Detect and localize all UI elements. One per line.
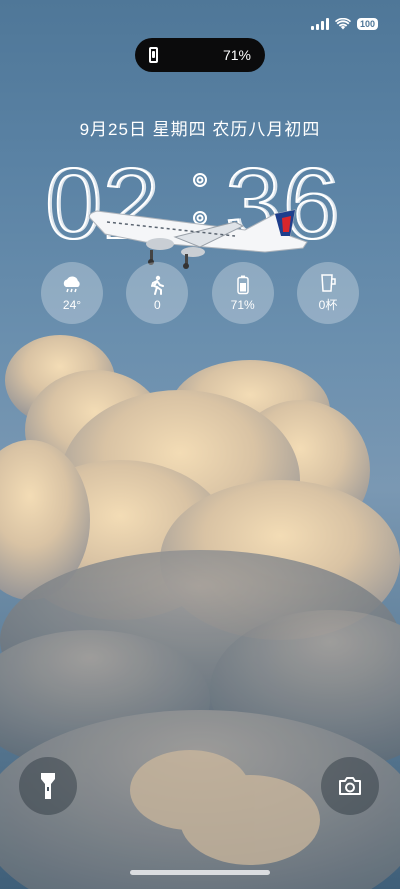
battery-status-badge: 100 — [356, 18, 378, 30]
camera-icon — [339, 777, 361, 795]
cellular-signal-icon — [310, 18, 329, 30]
battery-widget[interactable]: 71% — [211, 262, 274, 324]
flashlight-icon — [41, 773, 55, 799]
wifi-icon — [334, 18, 351, 30]
steps-count: 0 — [153, 297, 161, 312]
phone-battery-icon — [149, 47, 158, 63]
widget-row: 24° 0 71% 0杯 — [41, 262, 359, 324]
battery-level: 71% — [230, 297, 255, 312]
walking-icon — [151, 275, 165, 295]
flashlight-button[interactable] — [19, 757, 77, 815]
steps-widget[interactable]: 0 — [126, 262, 189, 324]
water-intake-count: 0杯 — [318, 298, 338, 312]
lockscreen-date: 9月25日 星期四 农历八月初四 — [79, 120, 321, 139]
status-bar: 100 — [310, 18, 378, 30]
island-battery-percent: 71% — [222, 47, 251, 63]
water-cup-icon — [321, 274, 336, 292]
weather-rain-icon — [63, 276, 80, 292]
home-indicator[interactable] — [130, 870, 270, 875]
lock-screen: 100 71% 9月25日 星期四 农历八月初四 02 02 36 36 24°… — [0, 0, 400, 889]
weather-temperature: 24° — [62, 297, 82, 312]
dynamic-island[interactable]: 71% — [135, 38, 265, 72]
camera-button[interactable] — [321, 757, 379, 815]
weather-widget[interactable]: 24° — [41, 262, 103, 324]
water-intake-widget[interactable]: 0杯 — [296, 262, 359, 324]
battery-icon — [236, 275, 249, 294]
